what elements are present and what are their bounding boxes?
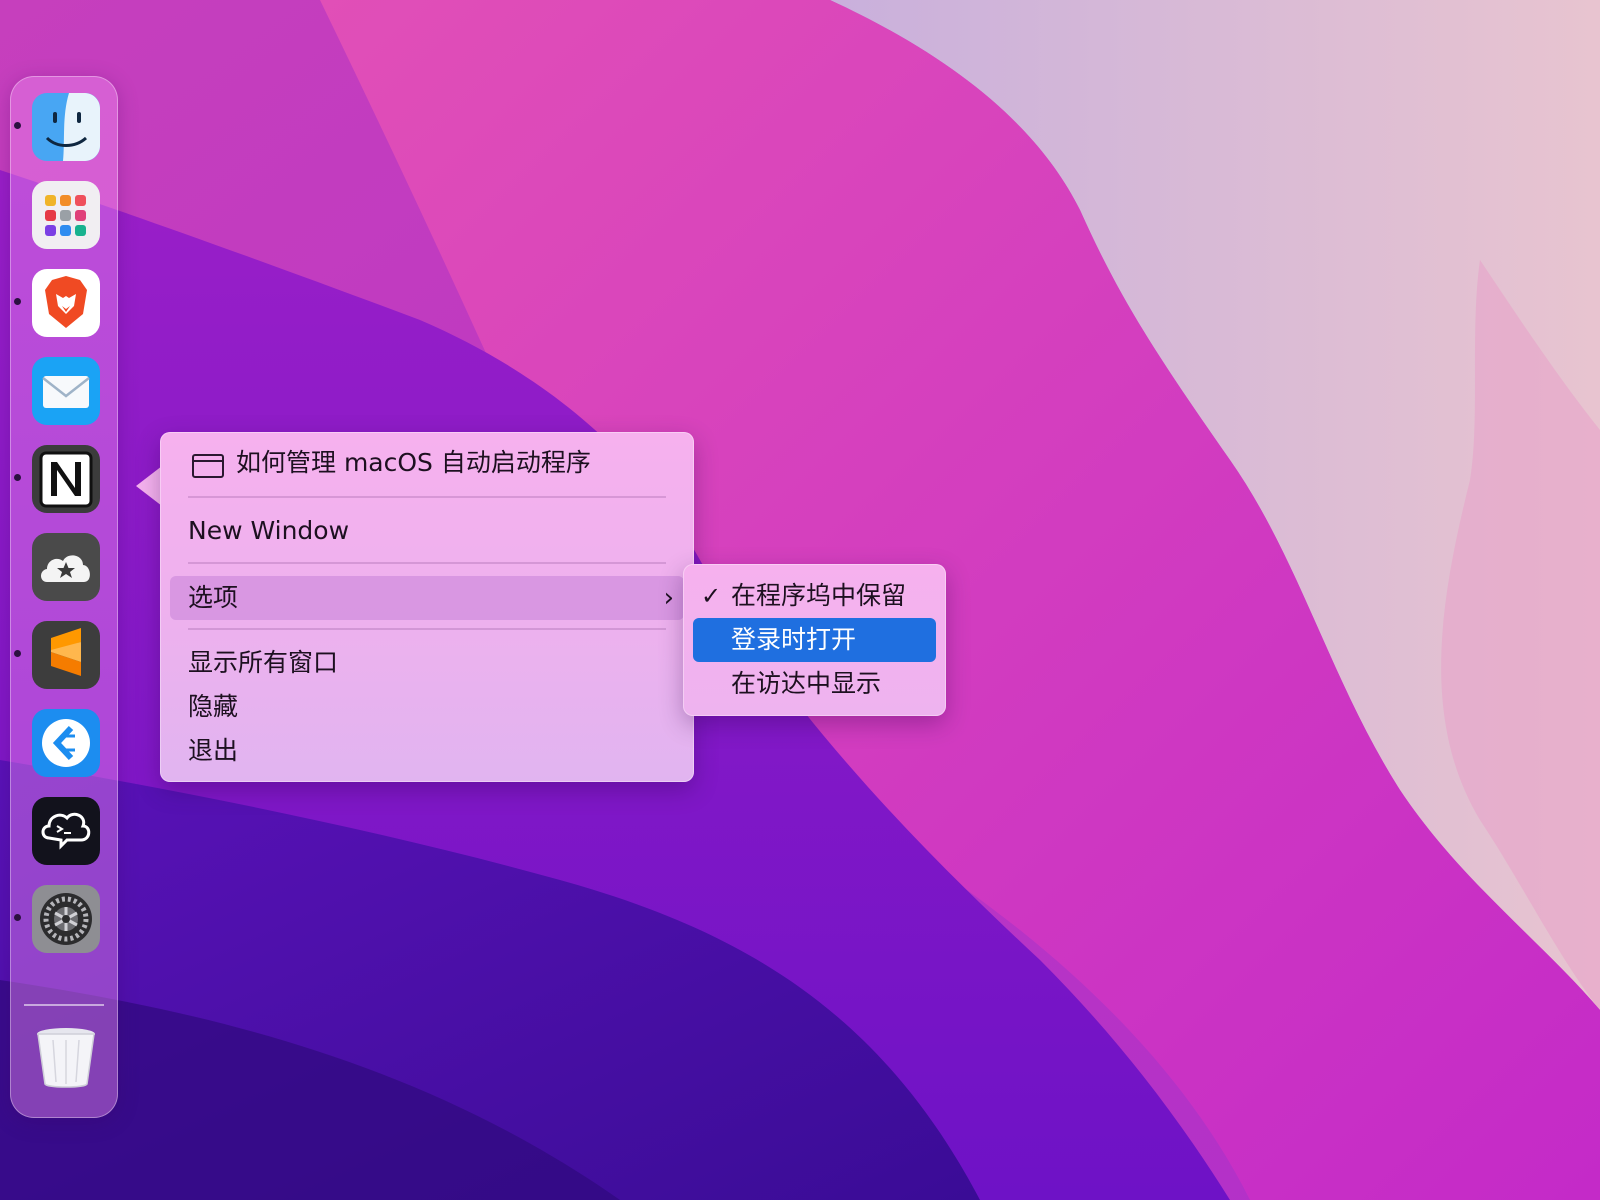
- submenu-item-keep-in-dock[interactable]: ✓ 在程序坞中保留: [693, 574, 936, 618]
- menu-item-quit[interactable]: 退出: [188, 730, 238, 772]
- mail-app-icon[interactable]: [31, 356, 101, 426]
- hide-label: 隐藏: [188, 692, 239, 721]
- submenu-item-show-in-finder[interactable]: 在访达中显示: [693, 662, 936, 706]
- options-submenu: ✓ 在程序坞中保留 登录时打开 在访达中显示: [683, 564, 946, 716]
- menu-item-show-all-windows[interactable]: 显示所有窗口: [188, 642, 338, 684]
- dock-context-menu: 如何管理 macOS 自动启动程序 New Window 选项 › 显示所有窗口…: [160, 432, 694, 782]
- running-indicator-dot: [14, 474, 21, 481]
- keep-in-dock-label: 在程序坞中保留: [731, 581, 907, 610]
- sublime-text-app-icon[interactable]: [31, 620, 101, 690]
- trash-icon[interactable]: [31, 1022, 101, 1092]
- dock-divider: [24, 1004, 104, 1006]
- running-indicator-dot: [14, 298, 21, 305]
- checkmark-icon: ✓: [701, 582, 722, 610]
- window-icon: [192, 454, 224, 478]
- chevron-right-icon: ›: [663, 583, 674, 613]
- show-in-finder-label: 在访达中显示: [731, 669, 882, 698]
- dock: [10, 76, 118, 1118]
- menu-separator: [188, 496, 666, 498]
- context-menu-pointer: [136, 466, 162, 506]
- menu-separator: [188, 562, 666, 564]
- menu-item-new-window[interactable]: New Window: [188, 510, 349, 552]
- warp-terminal-app-icon[interactable]: [31, 796, 101, 866]
- options-label: 选项: [188, 583, 239, 612]
- reeder-app-icon[interactable]: [31, 532, 101, 602]
- menu-item-window-title[interactable]: 如何管理 macOS 自动启动程序: [236, 442, 591, 484]
- teamviewer-app-icon[interactable]: [31, 708, 101, 778]
- menu-item-options[interactable]: 选项 ›: [170, 576, 684, 620]
- menu-separator: [188, 628, 666, 630]
- running-indicator-dot: [14, 914, 21, 921]
- menu-item-hide[interactable]: 隐藏: [188, 686, 238, 728]
- submenu-item-open-at-login[interactable]: 登录时打开: [693, 618, 936, 662]
- running-indicator-dot: [14, 122, 21, 129]
- desktop: 如何管理 macOS 自动启动程序 New Window 选项 › 显示所有窗口…: [0, 0, 1600, 1200]
- open-at-login-label: 登录时打开: [731, 625, 857, 654]
- window-title-label: 如何管理 macOS 自动启动程序: [236, 448, 591, 477]
- running-indicator-dot: [14, 650, 21, 657]
- quit-label: 退出: [188, 736, 239, 765]
- finder-app-icon[interactable]: [31, 92, 101, 162]
- launchpad-app-icon[interactable]: [31, 180, 101, 250]
- brave-browser-app-icon[interactable]: [31, 268, 101, 338]
- notion-app-icon[interactable]: [31, 444, 101, 514]
- new-window-label: New Window: [188, 516, 350, 545]
- system-preferences-app-icon[interactable]: [31, 884, 101, 954]
- show-all-windows-label: 显示所有窗口: [188, 648, 339, 677]
